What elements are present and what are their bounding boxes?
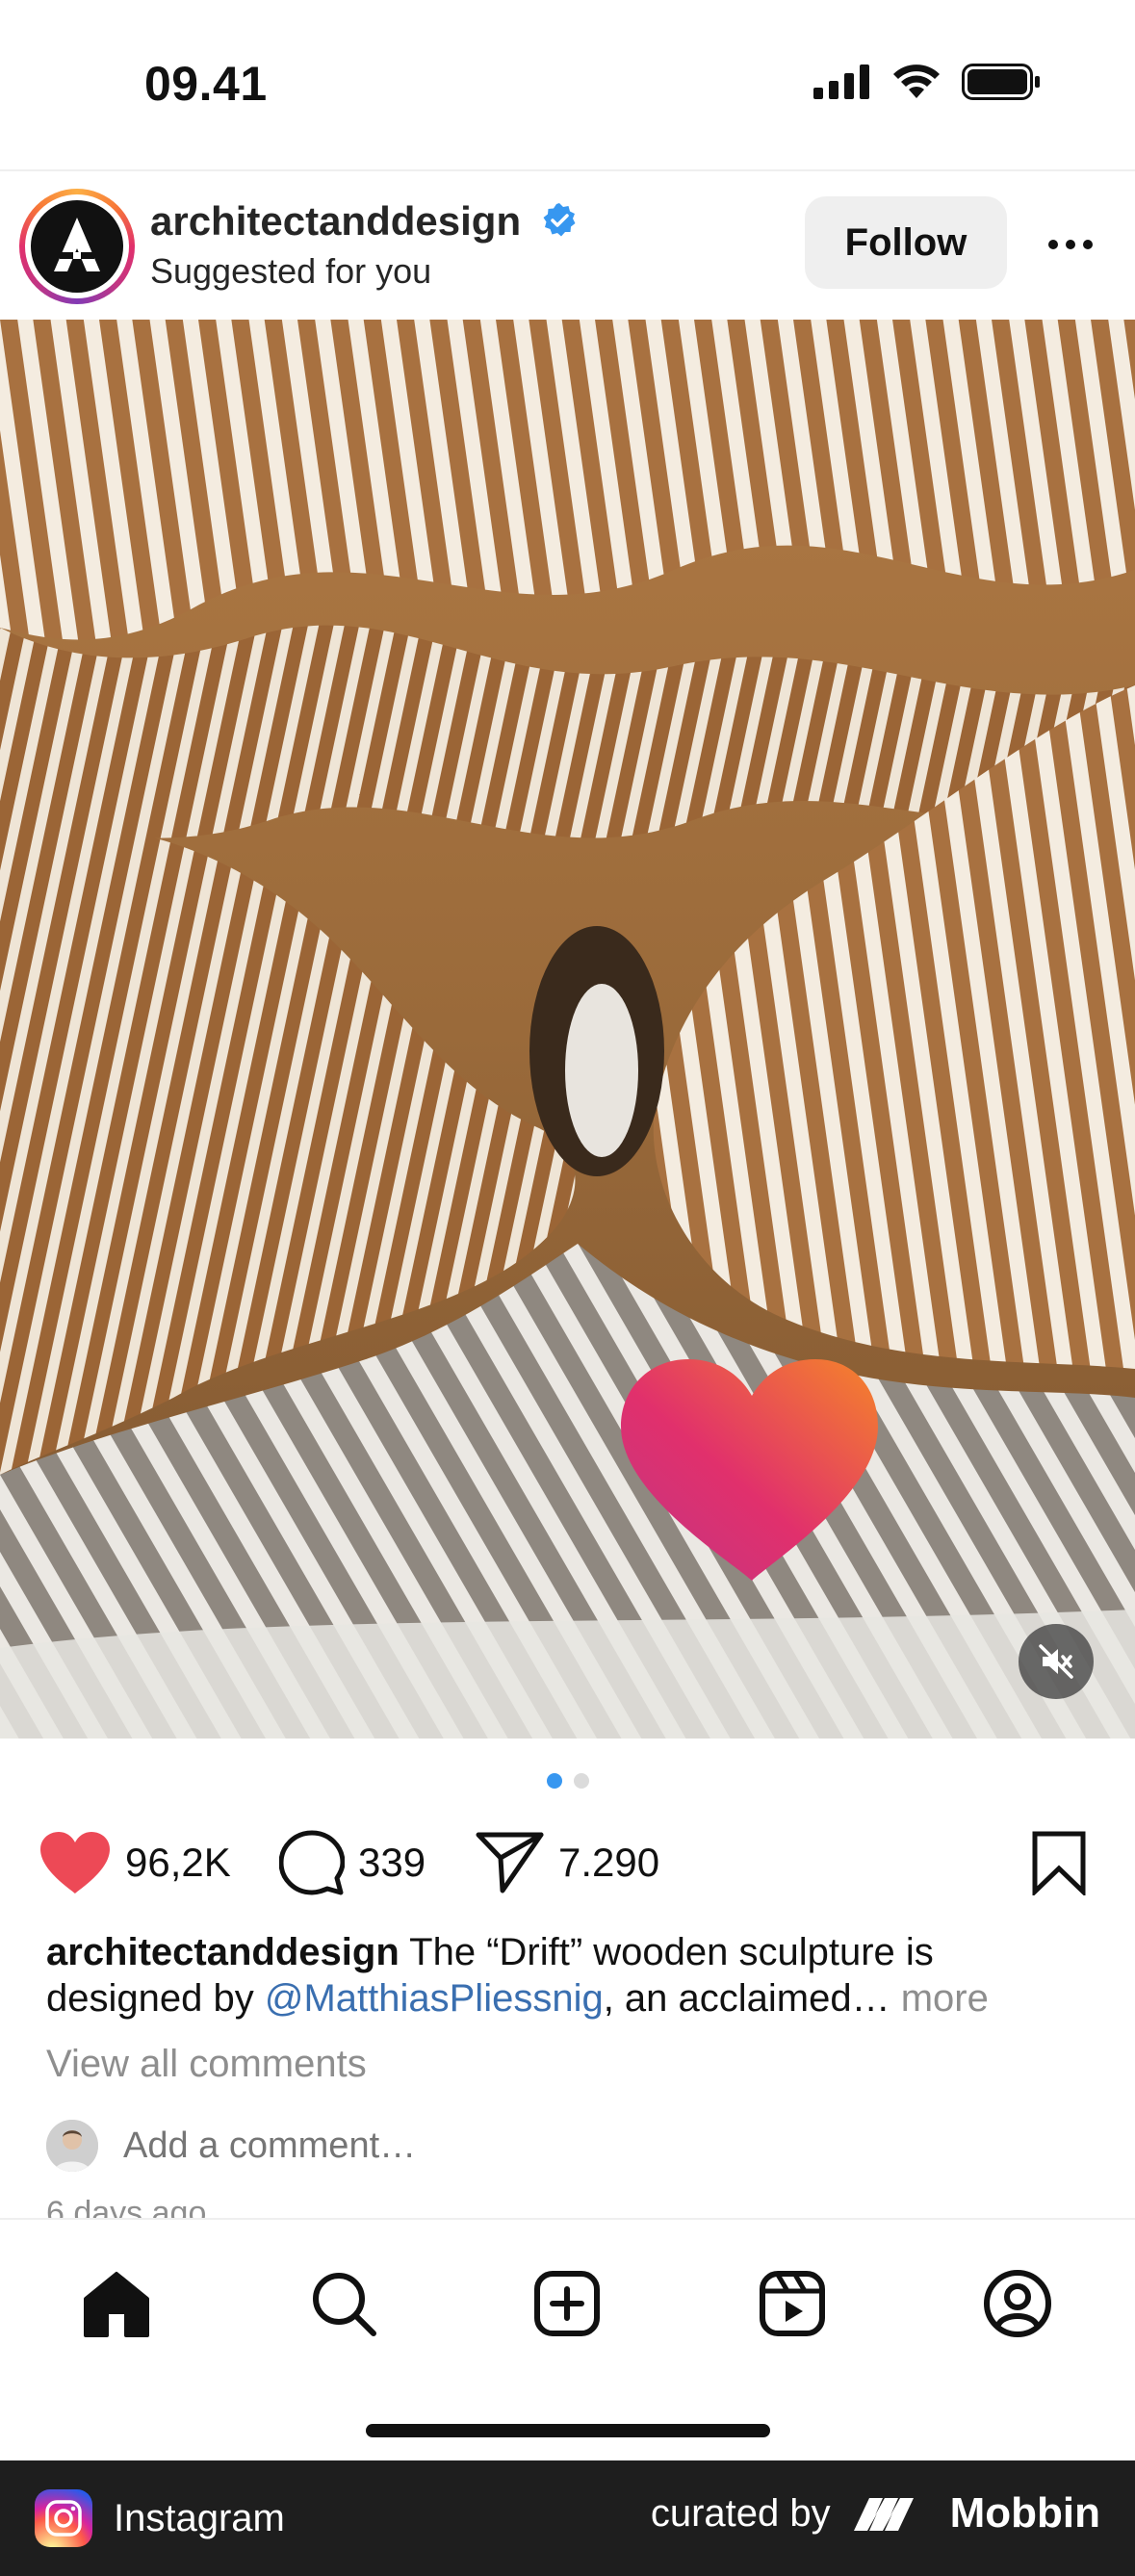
comment-action[interactable]: 339 (279, 1819, 426, 1906)
tab-create[interactable] (524, 2260, 610, 2347)
mute-button[interactable] (1019, 1624, 1094, 1699)
tab-reels[interactable] (749, 2260, 836, 2347)
view-all-comments-link[interactable]: View all comments (46, 2043, 367, 2086)
carousel-dot-active (546, 1773, 562, 1789)
create-icon[interactable] (533, 2270, 601, 2337)
footer-app: Instagram (35, 2489, 285, 2547)
mobbin-footer: Instagram curated by Mobbin (0, 2460, 1135, 2576)
like-heart-icon[interactable] (39, 1830, 112, 1895)
like-action[interactable]: 96,2K (39, 1819, 231, 1906)
profile-icon[interactable] (983, 2269, 1052, 2338)
brand-logo-icon (54, 218, 100, 271)
carousel-indicator (0, 1773, 1135, 1789)
more-options-icon[interactable] (1042, 216, 1099, 273)
caption-text-2: , an acclaimed… (603, 1977, 901, 2020)
post-username[interactable]: architectanddesign (150, 198, 521, 245)
bottom-tab-bar (0, 2218, 1135, 2460)
footer-curated: curated by Mobbin (651, 2489, 1100, 2537)
post-header: architectanddesign Suggested for you Fol… (0, 171, 1135, 320)
comment-avatar (46, 2120, 98, 2172)
tab-profile[interactable] (974, 2260, 1061, 2347)
post-media[interactable] (0, 320, 1135, 1739)
verified-badge-icon (543, 203, 576, 237)
footer-app-name: Instagram (114, 2496, 285, 2539)
mute-icon (1039, 1644, 1073, 1679)
search-icon[interactable] (310, 2270, 377, 2337)
home-indicator[interactable] (366, 2424, 770, 2437)
instagram-logo-icon (35, 2489, 92, 2547)
post-actions: 96,2K 339 7.290 (0, 1819, 1135, 1906)
bookmark-icon[interactable] (1030, 1830, 1088, 1895)
tab-search[interactable] (300, 2260, 387, 2347)
add-comment-row (46, 2120, 701, 2172)
caption-username[interactable]: architectanddesign (46, 1931, 400, 1973)
wifi-icon (893, 64, 940, 98)
avatar[interactable] (19, 189, 135, 304)
battery-icon (962, 64, 1040, 100)
status-bar: 09.41 (0, 0, 1135, 169)
shares-count: 7.290 (558, 1840, 660, 1885)
status-time: 09.41 (144, 57, 268, 111)
caption-more-link[interactable]: more (901, 1977, 989, 2020)
share-action[interactable]: 7.290 (476, 1819, 659, 1906)
curated-by-label: curated by (650, 2491, 831, 2535)
comments-count: 339 (358, 1840, 426, 1885)
status-icons (813, 64, 1041, 100)
carousel-dot (573, 1773, 589, 1789)
post-date: 6 days ago (46, 2197, 207, 2220)
post-caption: architectanddesign The “Drift” wooden sc… (46, 1929, 1096, 2022)
reels-icon[interactable] (759, 2270, 826, 2337)
cellular-signal-icon (813, 64, 869, 99)
suggested-label: Suggested for you (150, 251, 432, 291)
add-comment-input[interactable] (123, 2125, 701, 2167)
save-action[interactable] (1030, 1819, 1088, 1906)
mobbin-name: Mobbin (949, 2489, 1100, 2537)
likes-count: 96,2K (125, 1840, 231, 1885)
mobbin-brand: Mobbin (852, 2489, 1100, 2537)
share-icon[interactable] (476, 1831, 545, 1894)
home-icon[interactable] (82, 2270, 151, 2337)
tab-home[interactable] (73, 2260, 160, 2347)
user-avatar-icon (46, 2120, 98, 2172)
follow-button[interactable]: Follow (805, 196, 1007, 289)
post-image (0, 320, 1135, 1739)
caption-mention[interactable]: @MatthiasPliessnig (265, 1977, 604, 2020)
comment-icon[interactable] (279, 1830, 345, 1895)
mobbin-logo-icon (853, 2498, 914, 2531)
